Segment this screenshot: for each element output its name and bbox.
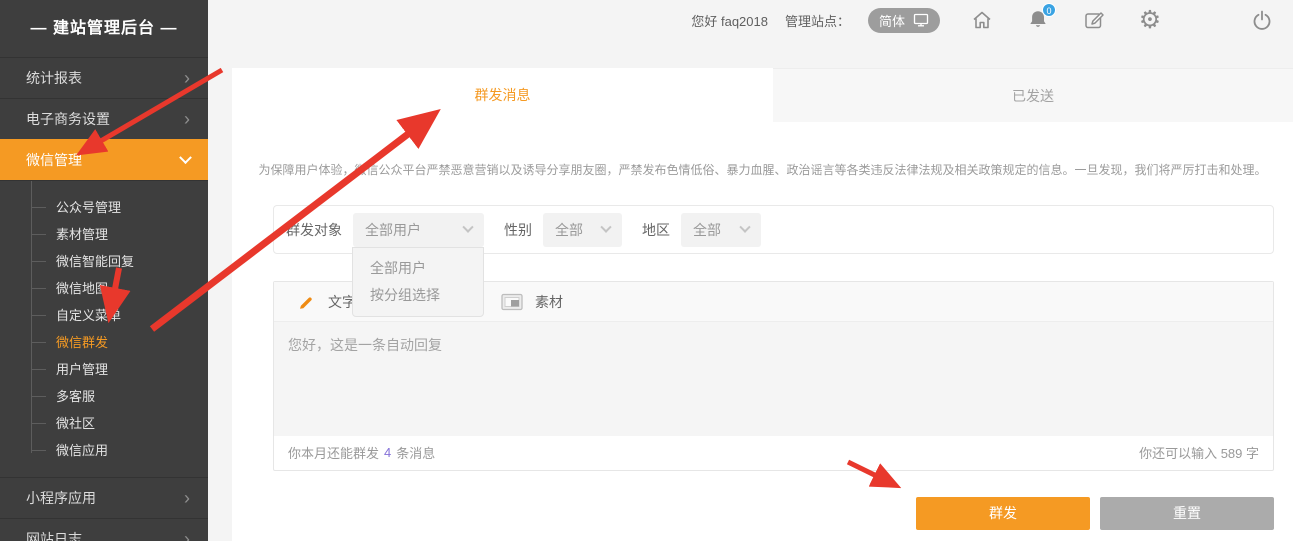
apps-grid-icon[interactable] — [1194, 8, 1218, 32]
notification-badge: 0 — [1042, 3, 1056, 17]
sidebar-subitem-smart-reply[interactable]: 微信智能回复 — [0, 248, 208, 275]
monitor-icon — [913, 13, 929, 27]
sidebar-subitem-official-account[interactable]: 公众号管理 — [0, 194, 208, 221]
topbar-icons: 0 ⚙ — [970, 8, 1274, 32]
chevron-right-icon: › — [184, 69, 190, 87]
language-toggle-button[interactable]: 简体 — [868, 8, 940, 33]
sidebar-subitem-micro-community[interactable]: 微社区 — [0, 410, 208, 437]
chevron-right-icon: › — [184, 489, 190, 507]
sidebar-submenu-wechat: 公众号管理 素材管理 微信智能回复 微信地图 自定义菜单 微信群发 用户管理 多… — [0, 180, 208, 477]
chevron-down-icon — [462, 221, 473, 232]
sidebar-subitem-wechat-map[interactable]: 微信地图 — [0, 275, 208, 302]
gender-select[interactable]: 全部 — [543, 213, 622, 247]
quota-count: 4 — [384, 445, 391, 460]
gender-label: 性别 — [504, 220, 532, 240]
tab-sent[interactable]: 已发送 — [773, 68, 1293, 122]
app-screen: — 建站管理后台 — 统计报表 › 电子商务设置 › 微信管理 公众号管理 素材… — [0, 0, 1293, 541]
sidebar-item-wechat[interactable]: 微信管理 — [0, 139, 208, 180]
sidebar-subitem-user-management[interactable]: 用户管理 — [0, 356, 208, 383]
sidebar-item-miniprogram[interactable]: 小程序应用 › — [0, 477, 208, 518]
sidebar-item-label: 小程序应用 — [26, 488, 96, 508]
sidebar: — 建站管理后台 — 统计报表 › 电子商务设置 › 微信管理 公众号管理 素材… — [0, 0, 208, 541]
sidebar-item-label: 电子商务设置 — [26, 109, 110, 129]
material-tool-label: 素材 — [535, 292, 563, 312]
policy-notice: 为保障用户体验，微信公众平台严禁恶意营销以及诱导分享朋友圈，严禁发布色情低俗、暴… — [232, 161, 1293, 178]
sidebar-subitem-custom-menu[interactable]: 自定义菜单 — [0, 302, 208, 329]
sidebar-subitem-multi-service[interactable]: 多客服 — [0, 383, 208, 410]
material-icon — [501, 293, 523, 311]
region-label: 地区 — [642, 220, 670, 240]
sidebar-subitem-wechat-app[interactable]: 微信应用 — [0, 437, 208, 464]
editor-statusbar: 你本月还能群发 4 条消息 你还可以输入 589 字 — [274, 436, 1273, 469]
sidebar-subitem-mass-send[interactable]: 微信群发 — [0, 329, 208, 356]
power-icon[interactable] — [1250, 8, 1274, 32]
main-panel: 群发消息 已发送 为保障用户体验，微信公众平台严禁恶意营销以及诱导分享朋友圈，严… — [232, 68, 1293, 541]
target-label: 群发对象 — [286, 220, 342, 240]
home-icon[interactable] — [970, 8, 994, 32]
send-button[interactable]: 群发 — [916, 497, 1090, 530]
compose-icon[interactable] — [1082, 8, 1106, 32]
target-select[interactable]: 全部用户 — [353, 213, 484, 247]
notifications-bell-icon[interactable]: 0 — [1026, 8, 1050, 32]
remaining-chars-text: 你还可以输入 589 字 — [1139, 443, 1259, 462]
sidebar-subitem-material[interactable]: 素材管理 — [0, 221, 208, 248]
app-title: — 建站管理后台 — — [0, 0, 208, 57]
user-greeting: 您好 faq2018 — [691, 11, 768, 30]
chevron-down-icon — [179, 151, 192, 164]
tab-mass-message[interactable]: 群发消息 — [232, 68, 773, 122]
sidebar-item-site-log[interactable]: 网站日志 › — [0, 518, 208, 541]
text-tool-button[interactable]: 文字 — [296, 292, 356, 312]
region-select[interactable]: 全部 — [681, 213, 761, 247]
sidebar-item-label: 统计报表 — [26, 68, 82, 88]
chevron-down-icon — [739, 221, 750, 232]
target-select-dropdown: 全部用户 按分组选择 — [352, 247, 484, 317]
sidebar-item-stats[interactable]: 统计报表 › — [0, 57, 208, 98]
sidebar-item-ecommerce[interactable]: 电子商务设置 › — [0, 98, 208, 139]
chevron-right-icon: › — [184, 530, 190, 541]
gender-select-value: 全部 — [555, 220, 583, 240]
dropdown-option-all-users[interactable]: 全部用户 — [353, 255, 483, 282]
region-select-value: 全部 — [693, 220, 721, 240]
target-select-value: 全部用户 — [365, 220, 421, 240]
chevron-down-icon — [600, 221, 611, 232]
dropdown-option-by-group[interactable]: 按分组选择 — [353, 282, 483, 309]
reset-button[interactable]: 重置 — [1100, 497, 1274, 530]
language-label: 简体 — [879, 11, 905, 30]
message-text-input[interactable]: 您好，这是一条自动回复 — [274, 322, 1273, 436]
manage-site-label: 管理站点： — [785, 11, 850, 30]
sidebar-item-label: 微信管理 — [26, 150, 82, 170]
pencil-icon — [296, 292, 316, 312]
chevron-right-icon: › — [184, 110, 190, 128]
monthly-quota-text: 你本月还能群发 4 条消息 — [288, 443, 435, 462]
gear-icon[interactable]: ⚙ — [1138, 8, 1162, 32]
topbar: 您好 faq2018 管理站点： 简体 0 — [208, 0, 1293, 40]
material-tool-button[interactable]: 素材 — [501, 292, 563, 312]
sidebar-item-label: 网站日志 — [26, 529, 82, 541]
